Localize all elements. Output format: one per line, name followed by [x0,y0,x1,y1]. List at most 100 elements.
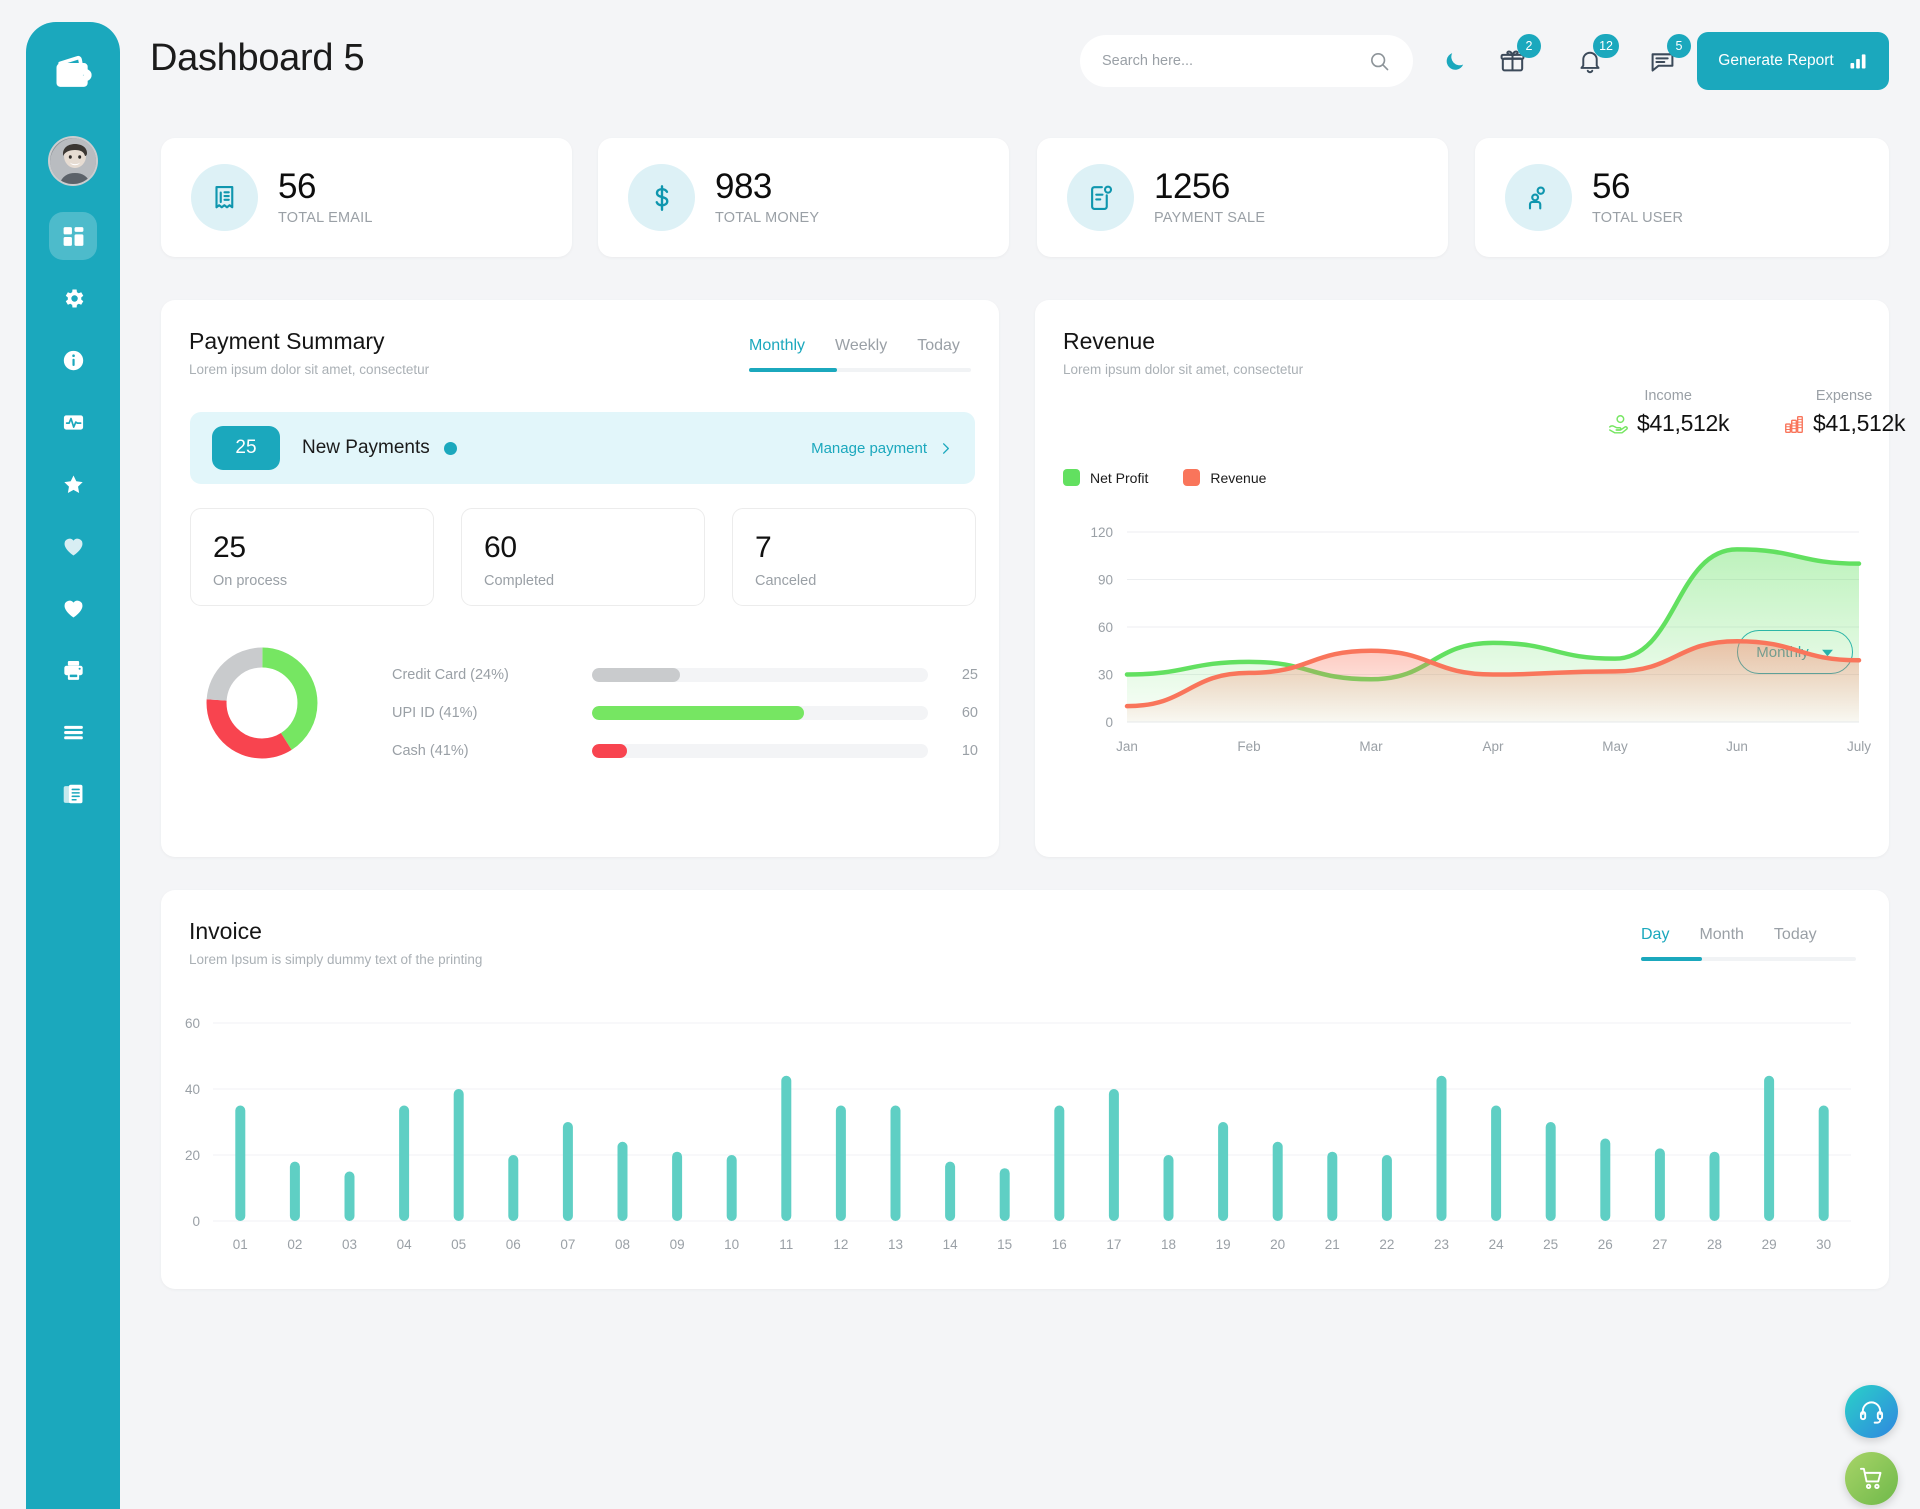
notifications-badge: 12 [1593,34,1619,58]
mini-card-label: Canceled [755,573,817,589]
support-button[interactable] [1845,1385,1898,1438]
messages-button[interactable]: 5 [1645,34,1691,78]
svg-text:02: 02 [287,1237,302,1252]
stat-card-payment-sale[interactable]: 1256 PAYMENT SALE [1037,138,1448,257]
sidebar-item-documents[interactable] [49,770,97,818]
sidebar-item-dashboard[interactable] [49,212,97,260]
payment-summary-tabs: Monthly Weekly Today [749,337,971,368]
mini-card-completed[interactable]: 60 Completed [461,508,705,606]
svg-text:60: 60 [185,1016,200,1031]
svg-text:15: 15 [997,1237,1012,1252]
search-box[interactable] [1080,35,1413,87]
svg-text:Feb: Feb [1237,739,1260,754]
method-bar-track [592,744,928,758]
mini-card-on-process[interactable]: 25 On process [190,508,434,606]
tab-today[interactable]: Today [1774,926,1817,957]
method-value: 60 [961,705,978,721]
svg-text:11: 11 [779,1237,793,1252]
svg-text:25: 25 [1543,1237,1558,1252]
svg-text:0: 0 [192,1214,200,1229]
payment-summary-subtitle: Lorem ipsum dolor sit amet, consectetur [189,362,430,377]
invoice-tabs: Day Month Today [1641,926,1856,957]
generate-report-button[interactable]: Generate Report [1697,32,1889,90]
new-payments-banner[interactable]: 25 New Payments Manage payment [190,412,975,484]
mini-card-value: 60 [484,531,517,564]
receipt-icon [191,164,258,231]
mini-card-canceled[interactable]: 7 Canceled [732,508,976,606]
svg-text:24: 24 [1489,1237,1505,1252]
legend-swatch-revenue [1183,469,1201,486]
money-hand-icon [1607,413,1629,435]
theme-toggle-button[interactable] [1438,44,1472,78]
method-label: Credit Card (24%) [392,667,509,683]
stat-card-total-user[interactable]: 56 TOTAL USER [1475,138,1889,257]
revenue-subtitle: Lorem ipsum dolor sit amet, consectetur [1063,362,1304,377]
mini-card-label: On process [213,573,288,589]
svg-text:13: 13 [888,1237,903,1252]
sidebar-item-settings[interactable] [49,274,97,322]
legend-swatch-net-profit [1063,469,1080,486]
search-input[interactable] [1102,53,1368,69]
stat-card-total-money[interactable]: 983 TOTAL MONEY [598,138,1009,257]
svg-text:30: 30 [1098,668,1113,683]
sidebar-item-list[interactable] [49,708,97,756]
tab-monthly[interactable]: Monthly [749,337,805,368]
new-payments-count: 25 [212,426,280,470]
legend-label-net-profit: Net Profit [1090,469,1149,486]
expense-label: Expense [1815,388,1873,404]
svg-text:12: 12 [833,1237,848,1252]
income-value: $41,512k [1637,410,1730,436]
svg-text:07: 07 [560,1237,575,1252]
svg-text:Mar: Mar [1359,739,1383,754]
cart-button[interactable] [1845,1452,1898,1505]
revenue-title: Revenue [1063,328,1156,354]
tab-weekly[interactable]: Weekly [835,337,887,368]
invoice-tabs-rail [1641,957,1856,961]
stat-label: TOTAL MONEY [715,210,820,227]
svg-text:Jan: Jan [1116,739,1138,754]
svg-text:16: 16 [1052,1237,1067,1252]
sidebar-item-analytics[interactable] [49,398,97,446]
notifications-button[interactable]: 12 [1573,34,1619,78]
method-label: Cash (41%) [392,743,469,759]
chevron-right-icon [938,441,953,456]
svg-text:28: 28 [1707,1237,1722,1252]
sidebar-item-favorites[interactable] [49,460,97,508]
new-payments-label: New Payments [302,437,430,458]
svg-text:23: 23 [1434,1237,1449,1252]
svg-text:30: 30 [1816,1237,1831,1252]
stat-card-total-email[interactable]: 56 TOTAL EMAIL [161,138,572,257]
money-stack-icon [1783,413,1805,435]
sidebar-item-print[interactable] [49,646,97,694]
income-label: Income [1644,388,1692,404]
tab-month[interactable]: Month [1699,926,1743,957]
svg-text:21: 21 [1325,1237,1340,1252]
mini-card-value: 7 [755,531,772,564]
sidebar-item-wishlist[interactable] [49,584,97,632]
avatar[interactable] [48,136,98,186]
svg-text:09: 09 [670,1237,685,1252]
method-row-cash: Cash (41%) 10 [392,741,978,761]
sidebar-nav [26,212,120,832]
sidebar-item-likes[interactable] [49,522,97,570]
sidebar-item-info[interactable] [49,336,97,384]
svg-text:22: 22 [1379,1237,1394,1252]
generate-report-label: Generate Report [1718,52,1834,69]
svg-text:90: 90 [1098,573,1113,588]
svg-text:08: 08 [615,1237,630,1252]
tab-day[interactable]: Day [1641,926,1669,957]
svg-text:04: 04 [397,1237,413,1252]
svg-text:40: 40 [185,1082,200,1097]
gift-button[interactable]: 2 [1495,34,1541,78]
search-icon[interactable] [1368,50,1391,73]
stat-value: 56 [1592,166,1630,206]
wallet-icon[interactable] [49,50,97,98]
tab-today[interactable]: Today [917,337,960,368]
method-row-credit-card: Credit Card (24%) 25 [392,665,978,685]
manage-payment-link[interactable]: Manage payment [811,440,953,457]
svg-text:14: 14 [943,1237,959,1252]
stat-value: 56 [278,166,316,206]
svg-text:120: 120 [1090,525,1113,540]
invoice-icon [1067,164,1134,231]
svg-text:20: 20 [1270,1237,1285,1252]
